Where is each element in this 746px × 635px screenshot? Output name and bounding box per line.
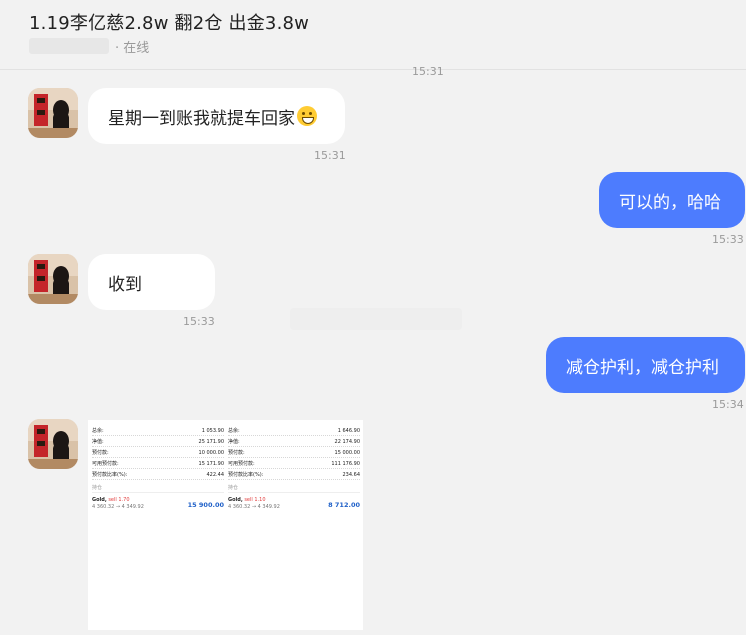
message-timestamp: 15:31: [314, 149, 346, 162]
contact-status-row: · 在线: [29, 37, 150, 56]
avatar-photo: [28, 419, 78, 469]
incoming-message-bubble[interactable]: 星期一到账我就提车回家: [88, 88, 345, 144]
summary-row: 可用预付款: 111 176.90: [228, 460, 360, 469]
avatar-photo: [28, 88, 78, 138]
contact-avatar[interactable]: [28, 419, 78, 469]
blurred-watermark: [290, 308, 462, 330]
chat-header: 1.19李亿慈2.8w 翻2仓 出金3.8w · 在线: [0, 0, 746, 70]
grinning-face-emoji-icon: [297, 106, 317, 126]
account-summary-left: 总余: 1 053.90 净值: 25 171.90 预付款: 10 000.00 可…: [92, 426, 224, 511]
trade-position: Gold, sell 1.10 4 360.32 → 4 349.92 8 71…: [228, 497, 360, 510]
online-status: · 在线: [115, 40, 150, 56]
summary-row: 净值: 22 174.90: [228, 438, 360, 447]
summary-row: 总余: 1 053.90: [92, 427, 224, 436]
trade-position: Gold, sell 1.70 4 360.32 → 4 349.92 15 9…: [92, 497, 224, 510]
message-timestamp: 15:33: [183, 315, 215, 328]
image-message[interactable]: 总余: 1 053.90 净值: 25 171.90 预付款: 10 000.00 可…: [88, 420, 363, 630]
trade-profit: 8 712.00: [328, 501, 360, 509]
contact-avatar[interactable]: [28, 88, 78, 138]
summary-row: 预付款比率(%): 422.44: [92, 471, 224, 480]
message-text: 可以的，哈哈: [619, 192, 721, 213]
account-summary-right: 总余: 1 646.90 净值: 22 174.90 预付款: 15 000.00 可…: [228, 426, 360, 511]
summary-row: 可用预付款: 15 171.90: [92, 460, 224, 469]
message-timestamp: 15:34: [712, 398, 744, 411]
chat-title: 1.19李亿慈2.8w 翻2仓 出金3.8w: [29, 13, 310, 34]
positions-caption: 持仓: [92, 484, 224, 493]
message-text: 收到: [108, 274, 142, 295]
message-text: 星期一到账我就提车回家: [108, 108, 295, 129]
incoming-message-bubble[interactable]: 收到: [88, 254, 215, 310]
message-timestamp: 15:31: [412, 65, 444, 78]
trade-profit: 15 900.00: [187, 501, 224, 509]
summary-row: 预付款: 15 000.00: [228, 449, 360, 458]
message-text: 减仓护利，减仓护利: [566, 357, 719, 378]
outgoing-message-bubble[interactable]: 减仓护利，减仓护利: [546, 337, 745, 393]
summary-row: 净值: 25 171.90: [92, 438, 224, 447]
summary-row: 预付款比率(%): 234.64: [228, 471, 360, 480]
message-timestamp: 15:33: [712, 233, 744, 246]
positions-caption: 持仓: [228, 484, 360, 493]
outgoing-message-bubble[interactable]: 可以的，哈哈: [599, 172, 745, 228]
avatar-photo: [28, 254, 78, 304]
contact-avatar[interactable]: [28, 254, 78, 304]
summary-row: 预付款: 10 000.00: [92, 449, 224, 458]
summary-row: 总余: 1 646.90: [228, 427, 360, 436]
blurred-contact-name: [29, 38, 109, 54]
